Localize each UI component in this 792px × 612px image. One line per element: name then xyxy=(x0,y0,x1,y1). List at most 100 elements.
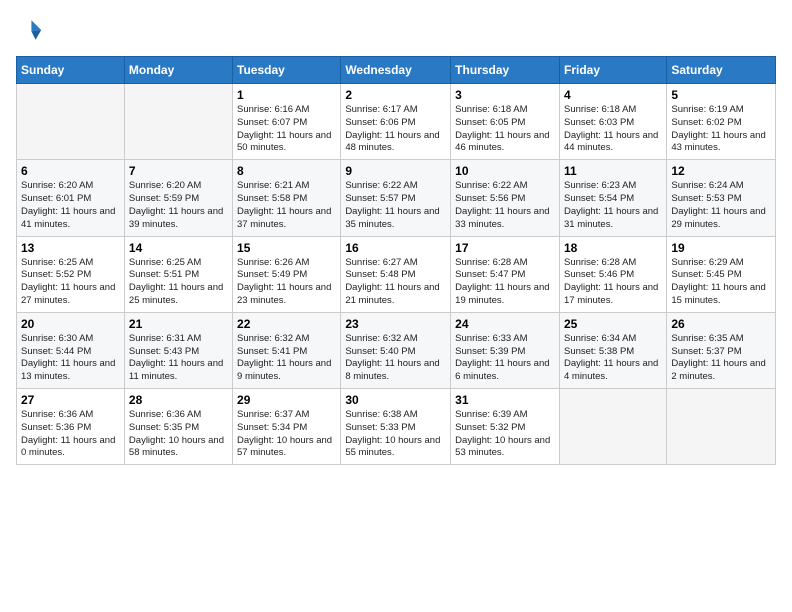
calendar-cell: 3 Sunrise: 6:18 AM Sunset: 6:05 PM Daylig… xyxy=(451,84,560,160)
day-number: 16 xyxy=(345,241,446,255)
weekday-header: Saturday xyxy=(667,57,776,84)
calendar-cell: 2 Sunrise: 6:17 AM Sunset: 6:06 PM Daylig… xyxy=(341,84,451,160)
day-number: 30 xyxy=(345,393,446,407)
day-number: 15 xyxy=(237,241,336,255)
calendar-cell: 10Sunrise: 6:22 AM Sunset: 5:56 PM Dayli… xyxy=(451,160,560,236)
day-info: Sunrise: 6:33 AM Sunset: 5:39 PM Dayligh… xyxy=(455,333,555,384)
weekday-header: Friday xyxy=(559,57,666,84)
calendar-cell: 23Sunrise: 6:32 AM Sunset: 5:40 PM Dayli… xyxy=(341,312,451,388)
day-info: Sunrise: 6:32 AM Sunset: 5:40 PM Dayligh… xyxy=(345,333,446,384)
day-number: 6 xyxy=(21,164,120,178)
day-number: 7 xyxy=(129,164,228,178)
calendar-cell: 14Sunrise: 6:25 AM Sunset: 5:51 PM Dayli… xyxy=(124,236,232,312)
calendar-cell: 24 Sunrise: 6:33 AM Sunset: 5:39 PM Dayli… xyxy=(451,312,560,388)
calendar-cell: 12Sunrise: 6:24 AM Sunset: 5:53 PM Dayli… xyxy=(667,160,776,236)
day-info: Sunrise: 6:36 AM Sunset: 5:35 PM Dayligh… xyxy=(129,409,228,460)
day-info: Sunrise: 6:16 AM Sunset: 6:07 PM Dayligh… xyxy=(237,104,336,155)
page-header xyxy=(16,16,776,44)
day-number: 27 xyxy=(21,393,120,407)
calendar-cell: 15 Sunrise: 6:26 AM Sunset: 5:49 PM Dayli… xyxy=(233,236,341,312)
calendar-cell: 5 Sunrise: 6:19 AM Sunset: 6:02 PM Daylig… xyxy=(667,84,776,160)
day-info: Sunrise: 6:21 AM Sunset: 5:58 PM Dayligh… xyxy=(237,180,336,231)
calendar-cell: 20 Sunrise: 6:30 AM Sunset: 5:44 PM Dayli… xyxy=(17,312,125,388)
day-info: Sunrise: 6:20 AM Sunset: 6:01 PM Dayligh… xyxy=(21,180,120,231)
calendar-table: SundayMondayTuesdayWednesdayThursdayFrid… xyxy=(16,56,776,465)
calendar-week-row: 1 Sunrise: 6:16 AM Sunset: 6:07 PM Daylig… xyxy=(17,84,776,160)
calendar-cell xyxy=(17,84,125,160)
day-info: Sunrise: 6:20 AM Sunset: 5:59 PM Dayligh… xyxy=(129,180,228,231)
day-number: 4 xyxy=(564,88,662,102)
calendar-cell: 16Sunrise: 6:27 AM Sunset: 5:48 PM Dayli… xyxy=(341,236,451,312)
day-info: Sunrise: 6:28 AM Sunset: 5:47 PM Dayligh… xyxy=(455,257,555,308)
day-info: Sunrise: 6:32 AM Sunset: 5:41 PM Dayligh… xyxy=(237,333,336,384)
logo xyxy=(16,16,50,44)
day-info: Sunrise: 6:34 AM Sunset: 5:38 PM Dayligh… xyxy=(564,333,662,384)
calendar-cell: 26 Sunrise: 6:35 AM Sunset: 5:37 PM Dayli… xyxy=(667,312,776,388)
weekday-header: Tuesday xyxy=(233,57,341,84)
day-number: 13 xyxy=(21,241,120,255)
calendar-cell: 7 Sunrise: 6:20 AM Sunset: 5:59 PM Daylig… xyxy=(124,160,232,236)
day-number: 26 xyxy=(671,317,771,331)
calendar-week-row: 27Sunrise: 6:36 AM Sunset: 5:36 PM Dayli… xyxy=(17,389,776,465)
day-info: Sunrise: 6:17 AM Sunset: 6:06 PM Dayligh… xyxy=(345,104,446,155)
calendar-week-row: 6 Sunrise: 6:20 AM Sunset: 6:01 PM Daylig… xyxy=(17,160,776,236)
calendar-cell: 11Sunrise: 6:23 AM Sunset: 5:54 PM Dayli… xyxy=(559,160,666,236)
day-info: Sunrise: 6:19 AM Sunset: 6:02 PM Dayligh… xyxy=(671,104,771,155)
weekday-header: Monday xyxy=(124,57,232,84)
day-info: Sunrise: 6:30 AM Sunset: 5:44 PM Dayligh… xyxy=(21,333,120,384)
calendar-cell: 25 Sunrise: 6:34 AM Sunset: 5:38 PM Dayli… xyxy=(559,312,666,388)
calendar-cell: 31 Sunrise: 6:39 AM Sunset: 5:32 PM Dayli… xyxy=(451,389,560,465)
weekday-header: Wednesday xyxy=(341,57,451,84)
day-number: 28 xyxy=(129,393,228,407)
day-info: Sunrise: 6:22 AM Sunset: 5:56 PM Dayligh… xyxy=(455,180,555,231)
weekday-header: Sunday xyxy=(17,57,125,84)
calendar-cell: 29 Sunrise: 6:37 AM Sunset: 5:34 PM Dayli… xyxy=(233,389,341,465)
day-number: 2 xyxy=(345,88,446,102)
weekday-header-row: SundayMondayTuesdayWednesdayThursdayFrid… xyxy=(17,57,776,84)
calendar-cell: 22 Sunrise: 6:32 AM Sunset: 5:41 PM Dayli… xyxy=(233,312,341,388)
calendar-cell: 30 Sunrise: 6:38 AM Sunset: 5:33 PM Dayli… xyxy=(341,389,451,465)
calendar-cell: 6 Sunrise: 6:20 AM Sunset: 6:01 PM Daylig… xyxy=(17,160,125,236)
day-number: 24 xyxy=(455,317,555,331)
day-info: Sunrise: 6:23 AM Sunset: 5:54 PM Dayligh… xyxy=(564,180,662,231)
calendar-cell: 8 Sunrise: 6:21 AM Sunset: 5:58 PM Daylig… xyxy=(233,160,341,236)
calendar-cell: 1 Sunrise: 6:16 AM Sunset: 6:07 PM Daylig… xyxy=(233,84,341,160)
calendar-cell: 27Sunrise: 6:36 AM Sunset: 5:36 PM Dayli… xyxy=(17,389,125,465)
day-info: Sunrise: 6:18 AM Sunset: 6:05 PM Dayligh… xyxy=(455,104,555,155)
calendar-cell xyxy=(559,389,666,465)
day-number: 18 xyxy=(564,241,662,255)
calendar-week-row: 20 Sunrise: 6:30 AM Sunset: 5:44 PM Dayli… xyxy=(17,312,776,388)
day-number: 9 xyxy=(345,164,446,178)
day-info: Sunrise: 6:25 AM Sunset: 5:51 PM Dayligh… xyxy=(129,257,228,308)
day-number: 1 xyxy=(237,88,336,102)
day-info: Sunrise: 6:26 AM Sunset: 5:49 PM Dayligh… xyxy=(237,257,336,308)
calendar-cell xyxy=(124,84,232,160)
day-number: 5 xyxy=(671,88,771,102)
day-number: 8 xyxy=(237,164,336,178)
day-info: Sunrise: 6:38 AM Sunset: 5:33 PM Dayligh… xyxy=(345,409,446,460)
day-number: 29 xyxy=(237,393,336,407)
calendar-cell: 28 Sunrise: 6:36 AM Sunset: 5:35 PM Dayli… xyxy=(124,389,232,465)
calendar-cell: 19Sunrise: 6:29 AM Sunset: 5:45 PM Dayli… xyxy=(667,236,776,312)
day-number: 22 xyxy=(237,317,336,331)
day-info: Sunrise: 6:37 AM Sunset: 5:34 PM Dayligh… xyxy=(237,409,336,460)
day-info: Sunrise: 6:39 AM Sunset: 5:32 PM Dayligh… xyxy=(455,409,555,460)
day-info: Sunrise: 6:28 AM Sunset: 5:46 PM Dayligh… xyxy=(564,257,662,308)
day-number: 19 xyxy=(671,241,771,255)
day-number: 25 xyxy=(564,317,662,331)
day-info: Sunrise: 6:18 AM Sunset: 6:03 PM Dayligh… xyxy=(564,104,662,155)
day-info: Sunrise: 6:25 AM Sunset: 5:52 PM Dayligh… xyxy=(21,257,120,308)
day-number: 12 xyxy=(671,164,771,178)
day-info: Sunrise: 6:35 AM Sunset: 5:37 PM Dayligh… xyxy=(671,333,771,384)
day-number: 3 xyxy=(455,88,555,102)
weekday-header: Thursday xyxy=(451,57,560,84)
calendar-cell: 18 Sunrise: 6:28 AM Sunset: 5:46 PM Dayli… xyxy=(559,236,666,312)
day-number: 31 xyxy=(455,393,555,407)
calendar-cell: 9Sunrise: 6:22 AM Sunset: 5:57 PM Daylig… xyxy=(341,160,451,236)
logo-icon xyxy=(16,16,44,44)
day-number: 20 xyxy=(21,317,120,331)
day-number: 17 xyxy=(455,241,555,255)
calendar-cell: 17 Sunrise: 6:28 AM Sunset: 5:47 PM Dayli… xyxy=(451,236,560,312)
day-info: Sunrise: 6:31 AM Sunset: 5:43 PM Dayligh… xyxy=(129,333,228,384)
calendar-cell: 4 Sunrise: 6:18 AM Sunset: 6:03 PM Daylig… xyxy=(559,84,666,160)
